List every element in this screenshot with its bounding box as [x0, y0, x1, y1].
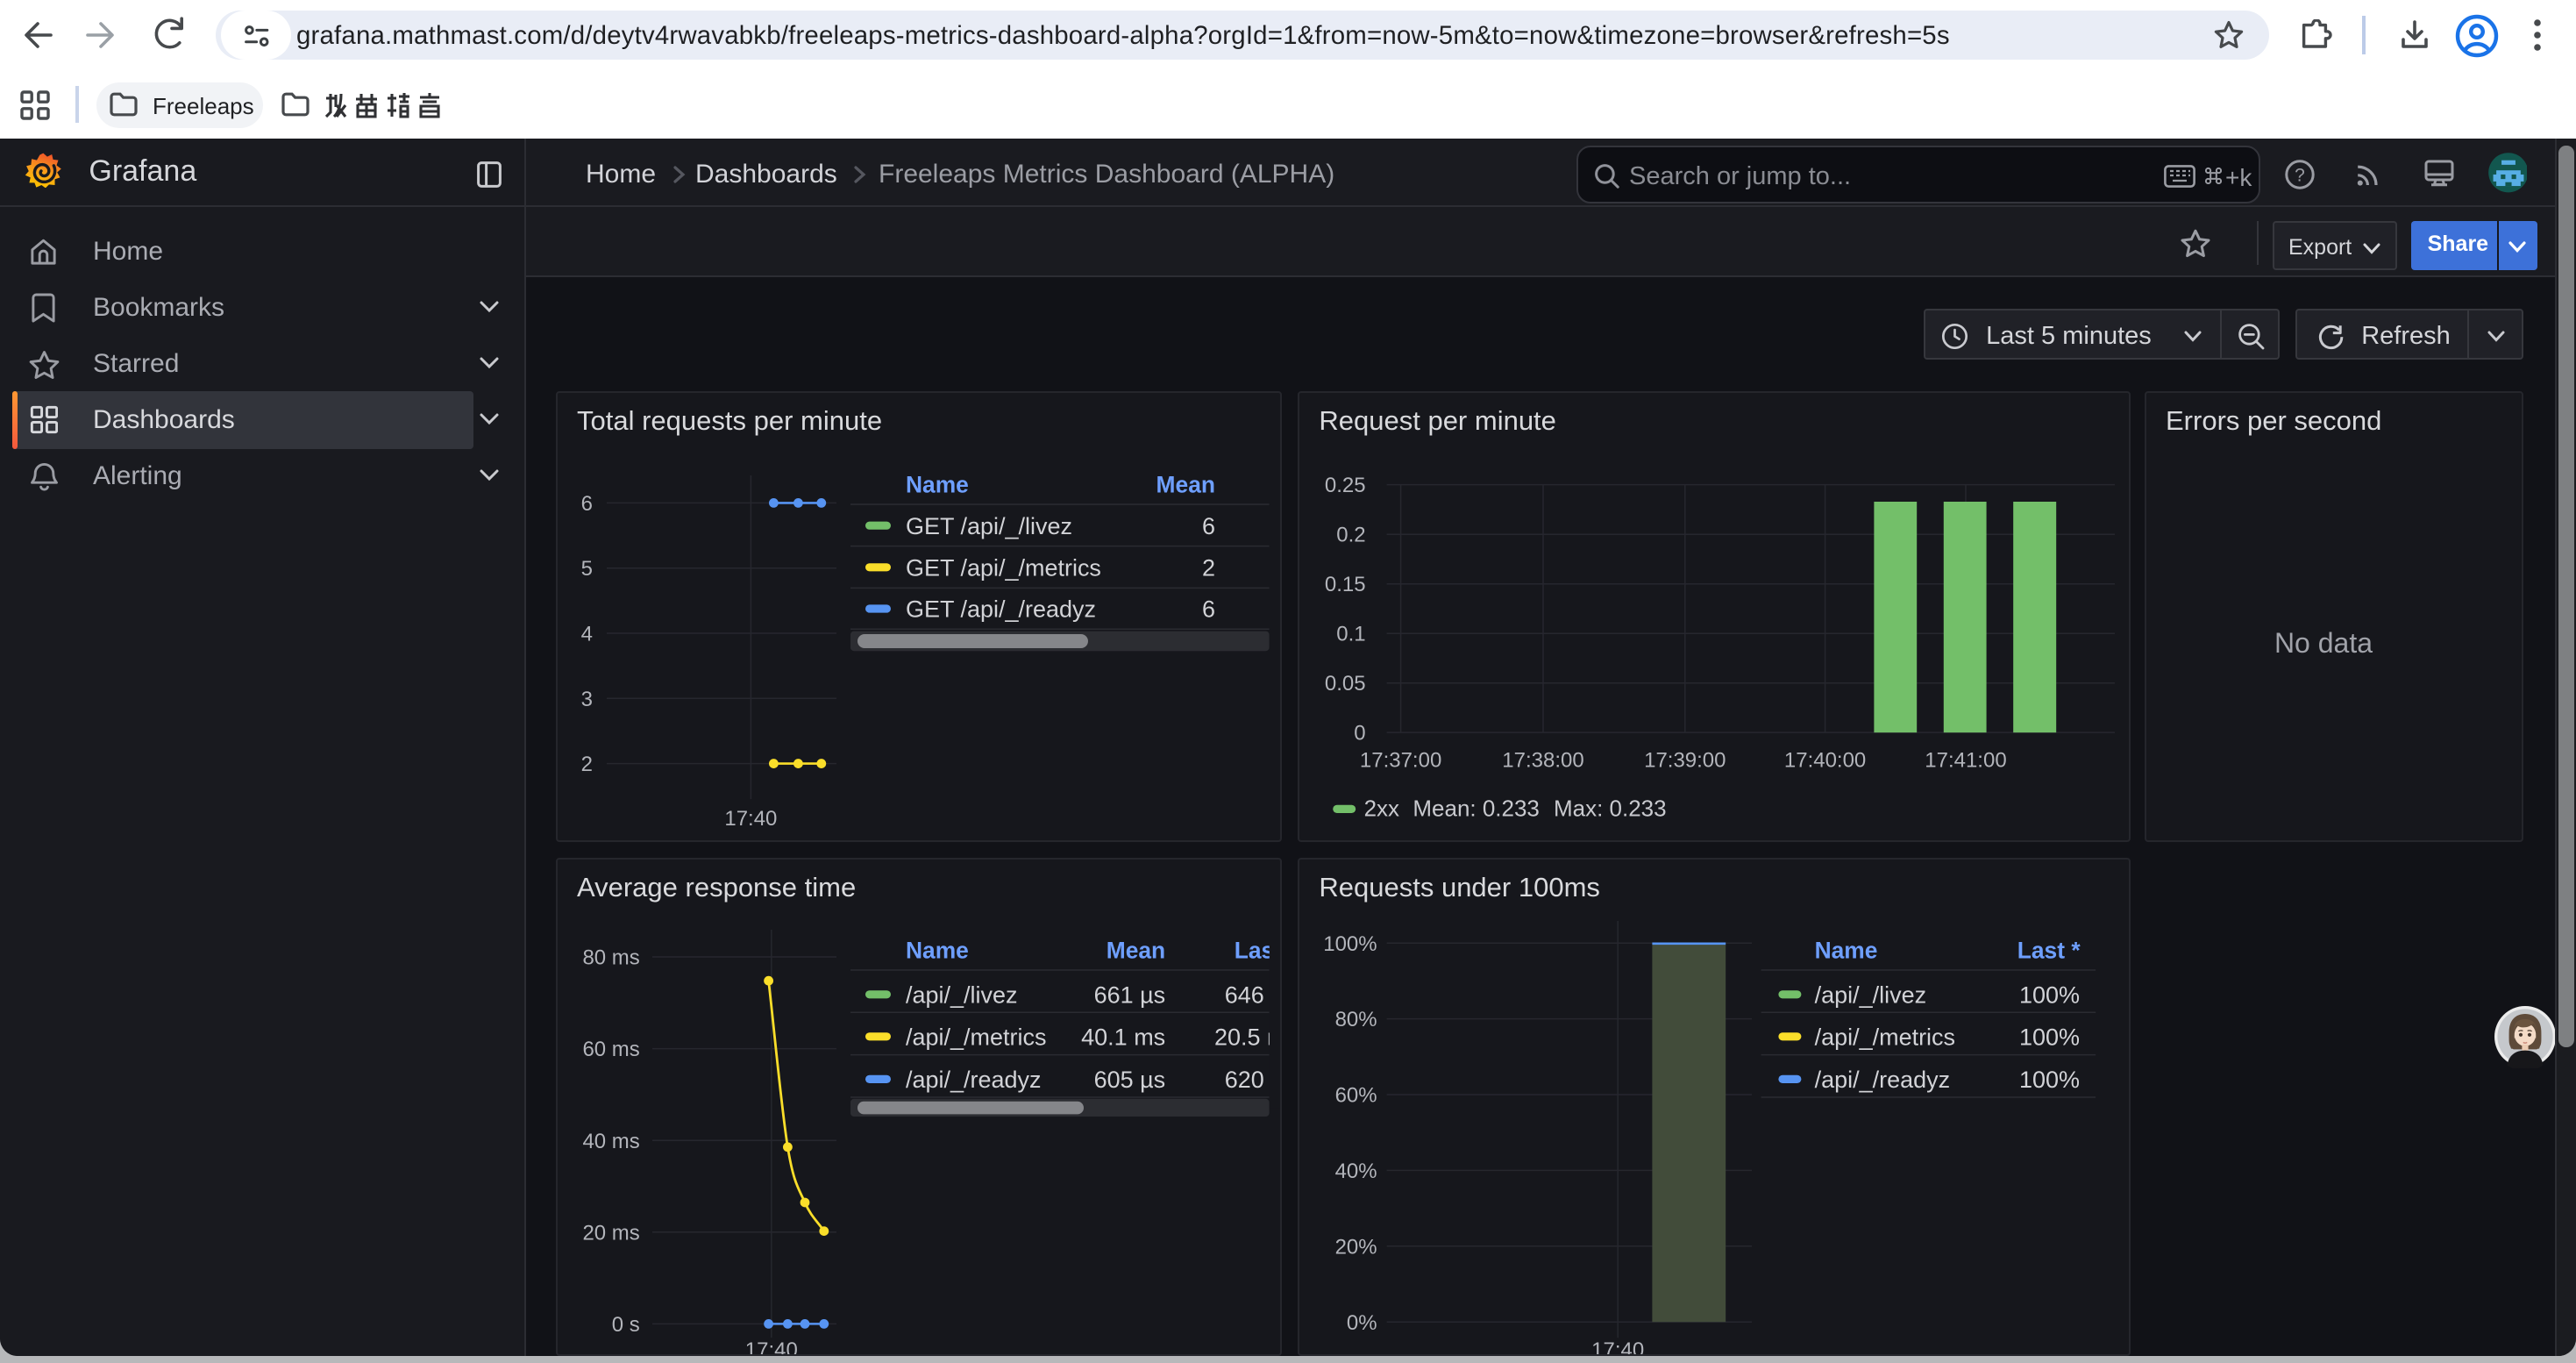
- svg-text:60%: 60%: [1335, 1084, 1377, 1108]
- svg-text:620: 620: [1225, 1067, 1264, 1094]
- svg-text:0.1: 0.1: [1337, 623, 1366, 646]
- svg-text:2: 2: [1202, 555, 1215, 582]
- svg-text:/api/_/metrics: /api/_/metrics: [1815, 1024, 1955, 1051]
- svg-text:5: 5: [581, 558, 593, 582]
- svg-text:100%: 100%: [2019, 1067, 2080, 1094]
- svg-text:661 µs: 661 µs: [1094, 982, 1166, 1009]
- svg-text:Mean: Mean: [1156, 472, 1215, 498]
- svg-text:Mean: Mean: [1107, 938, 1165, 964]
- svg-text:/api/_/readyz: /api/_/readyz: [906, 1067, 1042, 1094]
- svg-text:0.25: 0.25: [1325, 475, 1366, 498]
- svg-text:40.1 ms: 40.1 ms: [1081, 1024, 1165, 1051]
- svg-text:?: ?: [2294, 165, 2304, 185]
- svg-text:100%: 100%: [2019, 982, 2080, 1009]
- svg-text:2xx: 2xx: [1364, 796, 1399, 822]
- svg-text:0.2: 0.2: [1337, 524, 1366, 547]
- svg-text:80 ms: 80 ms: [582, 946, 639, 970]
- svg-text:0%: 0%: [1347, 1312, 1377, 1336]
- svg-text:6: 6: [581, 493, 593, 517]
- svg-text:6: 6: [1202, 596, 1215, 623]
- svg-text:17:40: 17:40: [745, 1339, 798, 1356]
- svg-text:17:40: 17:40: [724, 808, 777, 831]
- svg-text:17:39:00: 17:39:00: [1644, 749, 1726, 773]
- svg-text:Name: Name: [906, 938, 969, 964]
- svg-text:Last *: Last *: [2017, 938, 2081, 964]
- svg-text:2: 2: [581, 753, 593, 777]
- svg-text:17:37:00: 17:37:00: [1360, 749, 1441, 773]
- svg-text:17:38:00: 17:38:00: [1503, 749, 1584, 773]
- svg-text:17:41:00: 17:41:00: [1925, 749, 2007, 773]
- svg-text:17:40: 17:40: [1592, 1339, 1645, 1356]
- svg-text:0: 0: [1355, 722, 1366, 746]
- svg-text:/api/_/metrics: /api/_/metrics: [906, 1024, 1046, 1051]
- svg-text:100%: 100%: [2019, 1024, 2080, 1051]
- svg-text:/api/_/livez: /api/_/livez: [906, 982, 1018, 1009]
- svg-text:80%: 80%: [1335, 1009, 1377, 1032]
- svg-text:Name: Name: [1815, 938, 1878, 964]
- svg-text:GET /api/_/metrics: GET /api/_/metrics: [906, 555, 1101, 582]
- svg-text:GET /api/_/livez: GET /api/_/livez: [906, 514, 1072, 540]
- svg-text:20%: 20%: [1335, 1236, 1377, 1260]
- svg-text:0.05: 0.05: [1325, 673, 1366, 696]
- svg-text:/api/_/livez: /api/_/livez: [1815, 982, 1927, 1009]
- svg-text:0.15: 0.15: [1325, 574, 1366, 597]
- svg-text:Name: Name: [906, 472, 969, 498]
- svg-text:60 ms: 60 ms: [582, 1038, 639, 1062]
- svg-text:6: 6: [1202, 514, 1215, 540]
- svg-text:4: 4: [581, 623, 593, 646]
- svg-text:20 ms: 20 ms: [582, 1222, 639, 1245]
- svg-text:0 s: 0 s: [612, 1314, 640, 1338]
- svg-text:/api/_/readyz: /api/_/readyz: [1815, 1067, 1951, 1094]
- svg-text:Max: 0.233: Max: 0.233: [1554, 796, 1667, 822]
- svg-text:Mean: 0.233: Mean: 0.233: [1413, 796, 1540, 822]
- svg-text:605 µs: 605 µs: [1094, 1067, 1166, 1094]
- svg-text:40 ms: 40 ms: [582, 1131, 639, 1154]
- svg-text:GET /api/_/readyz: GET /api/_/readyz: [906, 596, 1096, 623]
- svg-text:3: 3: [581, 689, 593, 712]
- svg-text:40%: 40%: [1335, 1160, 1377, 1184]
- svg-text:100%: 100%: [1324, 933, 1377, 957]
- svg-text:646: 646: [1225, 982, 1264, 1009]
- svg-text:17:40:00: 17:40:00: [1784, 749, 1866, 773]
